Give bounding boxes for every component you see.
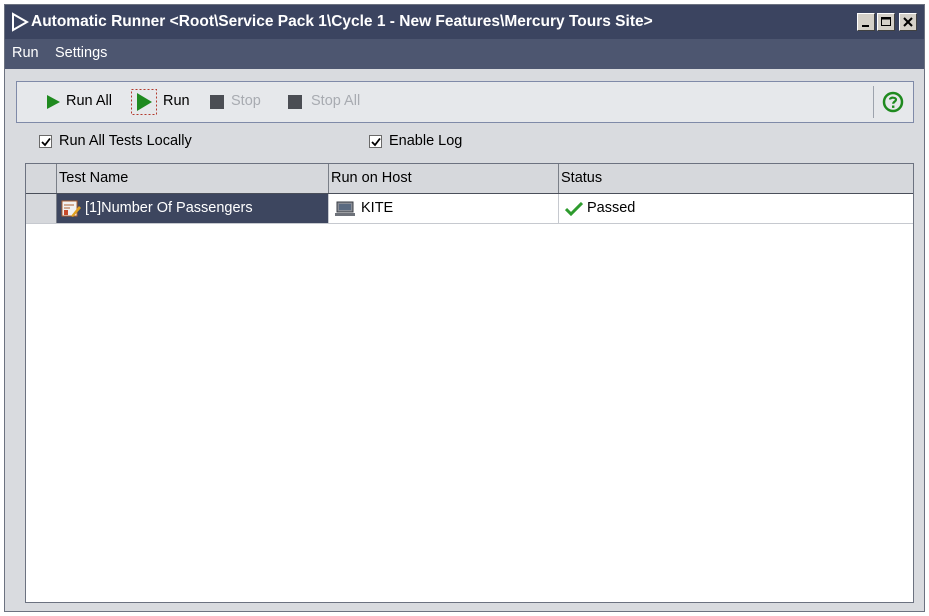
run-on-host-cell[interactable]: KITE <box>329 194 559 223</box>
run-label: Run <box>163 93 190 109</box>
column-header-run-on-host[interactable]: Run on Host <box>329 164 559 193</box>
menu-settings[interactable]: Settings <box>55 45 107 61</box>
column-header-status[interactable]: Status <box>559 164 913 193</box>
run-all-tests-locally-label: Run All Tests Locally <box>59 133 192 149</box>
minimize-button[interactable] <box>857 13 875 31</box>
maximize-button[interactable] <box>877 13 895 31</box>
status-cell[interactable]: Passed <box>559 194 913 223</box>
run-arrow-icon <box>12 12 29 32</box>
run-button[interactable]: Run <box>131 82 199 122</box>
stop-label: Stop <box>231 93 261 109</box>
toolbar-separator <box>873 86 874 118</box>
play-icon <box>47 95 60 109</box>
minimize-icon <box>862 25 869 27</box>
stop-all-button[interactable]: Stop All <box>287 82 377 122</box>
row-selector-header <box>26 164 57 193</box>
enable-log-checkbox[interactable] <box>369 135 382 148</box>
enable-log-label: Enable Log <box>389 133 463 149</box>
stop-button[interactable]: Stop <box>209 82 279 122</box>
close-button[interactable] <box>899 13 917 31</box>
computer-icon <box>335 201 355 216</box>
menu-run[interactable]: Run <box>12 45 39 61</box>
play-icon <box>131 89 157 115</box>
grid-header: Test Name Run on Host Status <box>26 164 913 194</box>
menu-bar: Run Settings <box>5 39 924 69</box>
test-name-cell[interactable]: [1]Number Of Passengers <box>57 194 329 223</box>
stop-icon <box>288 95 302 109</box>
test-script-icon <box>61 200 81 217</box>
checkmark-icon <box>565 202 583 216</box>
close-icon <box>903 17 913 27</box>
toolbar: Run All Run Stop Stop All <box>16 81 914 123</box>
stop-icon <box>210 95 224 109</box>
maximize-icon <box>881 17 891 26</box>
title-bar[interactable]: Automatic Runner <Root\Service Pack 1\Cy… <box>5 5 924 39</box>
row-selector[interactable] <box>26 194 57 223</box>
run-all-tests-locally-checkbox[interactable] <box>39 135 52 148</box>
test-name-text: [1]Number Of Passengers <box>85 200 253 216</box>
checkmark-icon <box>41 137 51 147</box>
help-icon[interactable] <box>881 90 905 114</box>
checkmark-icon <box>371 137 381 147</box>
column-header-test-name[interactable]: Test Name <box>57 164 329 193</box>
run-all-button[interactable]: Run All <box>41 82 125 122</box>
stop-all-label: Stop All <box>311 93 361 109</box>
test-grid: Test Name Run on Host Status [1]Number O… <box>25 163 914 603</box>
automatic-runner-window: Automatic Runner <Root\Service Pack 1\Cy… <box>4 4 925 612</box>
run-all-label: Run All <box>66 93 112 109</box>
status-text: Passed <box>587 200 636 216</box>
table-row[interactable]: [1]Number Of Passengers KITE Passed <box>26 194 913 224</box>
window-title: Automatic Runner <Root\Service Pack 1\Cy… <box>31 13 653 30</box>
host-name-text: KITE <box>361 200 394 216</box>
